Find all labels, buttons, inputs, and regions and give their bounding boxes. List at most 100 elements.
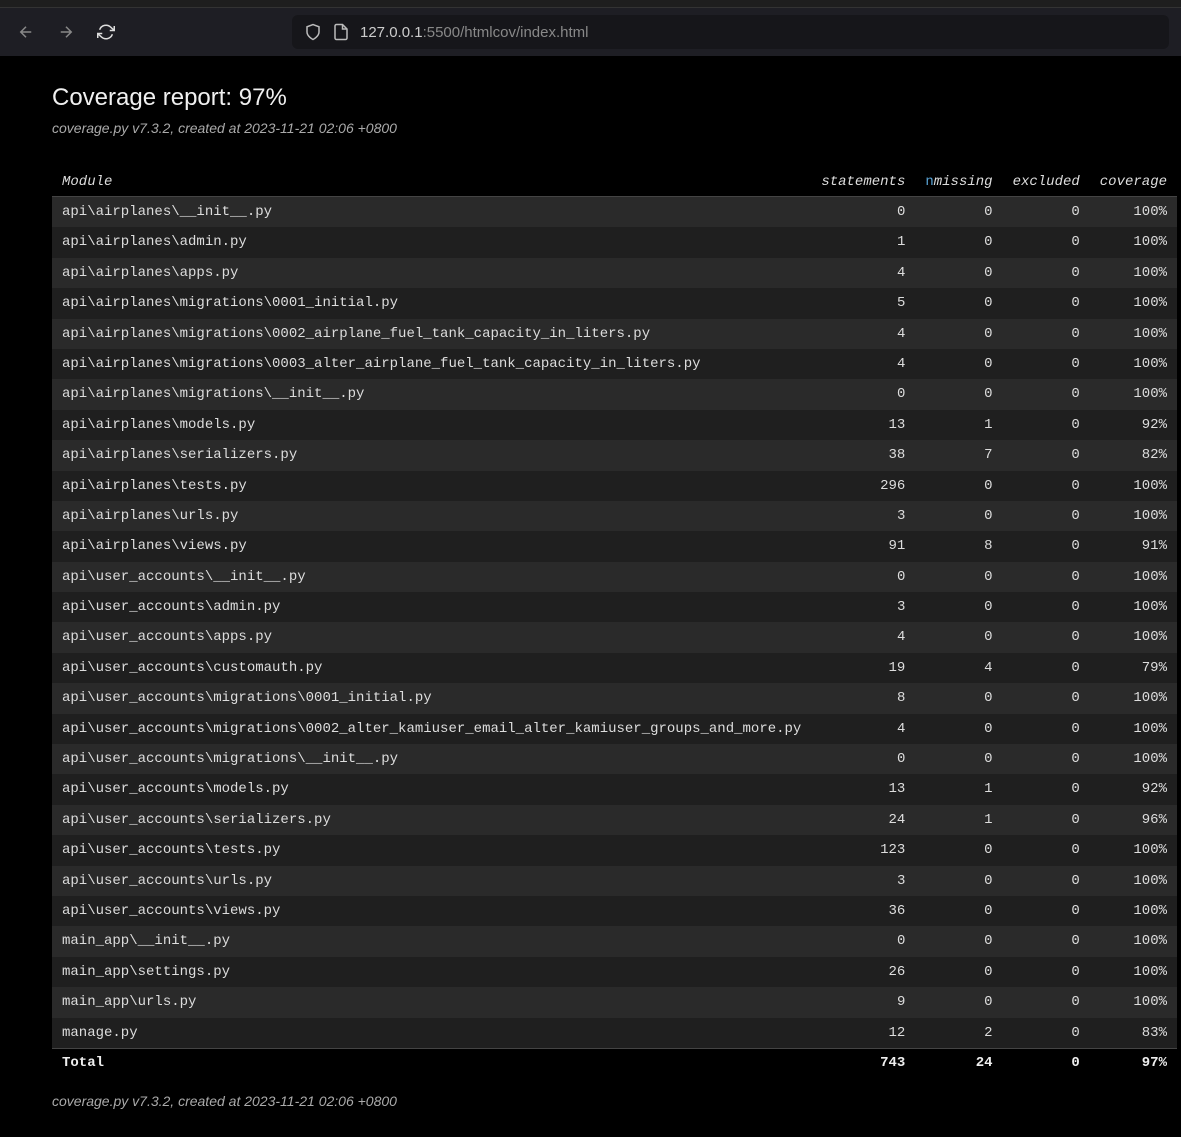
module-cell[interactable]: api\airplanes\migrations\0003_alter_airp… — [52, 349, 811, 379]
excluded-cell: 0 — [1003, 714, 1090, 744]
coverage-cell: 92% — [1090, 774, 1177, 804]
missing-cell: 0 — [915, 957, 1002, 987]
statements-cell: 0 — [811, 744, 915, 774]
module-cell[interactable]: api\user_accounts\views.py — [52, 896, 811, 926]
missing-cell: 0 — [915, 288, 1002, 318]
missing-cell: 8 — [915, 531, 1002, 561]
coverage-cell: 100% — [1090, 835, 1177, 865]
table-row: manage.py122083% — [52, 1018, 1177, 1049]
statements-cell: 123 — [811, 835, 915, 865]
page-footer-subtitle: coverage.py v7.3.2, created at 2023-11-2… — [52, 1093, 1129, 1109]
module-cell[interactable]: api\airplanes\serializers.py — [52, 440, 811, 470]
module-cell[interactable]: main_app\urls.py — [52, 987, 811, 1017]
missing-cell: 0 — [915, 379, 1002, 409]
total-coverage: 97% — [1090, 1048, 1177, 1077]
col-statements[interactable]: statements — [811, 168, 915, 197]
missing-cell: 0 — [915, 471, 1002, 501]
back-button[interactable] — [12, 18, 40, 46]
module-cell[interactable]: api\user_accounts\migrations\0002_alter_… — [52, 714, 811, 744]
table-row: main_app\settings.py2600100% — [52, 957, 1177, 987]
table-row: api\airplanes\urls.py300100% — [52, 501, 1177, 531]
statements-cell: 3 — [811, 501, 915, 531]
module-cell[interactable]: api\user_accounts\serializers.py — [52, 805, 811, 835]
module-cell[interactable]: api\user_accounts\migrations\__init__.py — [52, 744, 811, 774]
missing-cell: 0 — [915, 835, 1002, 865]
statements-cell: 0 — [811, 562, 915, 592]
statements-cell: 1 — [811, 227, 915, 257]
missing-cell: 4 — [915, 653, 1002, 683]
table-row: api\airplanes\views.py918091% — [52, 531, 1177, 561]
shield-icon — [304, 23, 322, 41]
module-cell[interactable]: api\airplanes\tests.py — [52, 471, 811, 501]
statements-cell: 19 — [811, 653, 915, 683]
missing-cell: 0 — [915, 592, 1002, 622]
module-cell[interactable]: api\user_accounts\__init__.py — [52, 562, 811, 592]
module-cell[interactable]: api\user_accounts\tests.py — [52, 835, 811, 865]
statements-cell: 0 — [811, 197, 915, 228]
module-cell[interactable]: api\airplanes\migrations\__init__.py — [52, 379, 811, 409]
statements-cell: 4 — [811, 714, 915, 744]
module-cell[interactable]: api\user_accounts\urls.py — [52, 866, 811, 896]
module-cell[interactable]: api\airplanes\migrations\0002_airplane_f… — [52, 319, 811, 349]
coverage-cell: 100% — [1090, 197, 1177, 228]
table-row: api\user_accounts\tests.py12300100% — [52, 835, 1177, 865]
total-missing: 24 — [915, 1048, 1002, 1077]
table-row: api\airplanes\migrations\0002_airplane_f… — [52, 319, 1177, 349]
excluded-cell: 0 — [1003, 197, 1090, 228]
missing-cell: 0 — [915, 501, 1002, 531]
table-row: api\user_accounts\migrations\0001_initia… — [52, 683, 1177, 713]
col-coverage[interactable]: coverage — [1090, 168, 1177, 197]
excluded-cell: 0 — [1003, 562, 1090, 592]
module-cell[interactable]: api\airplanes\models.py — [52, 410, 811, 440]
missing-cell: 0 — [915, 258, 1002, 288]
module-cell[interactable]: manage.py — [52, 1018, 811, 1049]
col-missing[interactable]: nmissing — [915, 168, 1002, 197]
excluded-cell: 0 — [1003, 805, 1090, 835]
missing-cell: 0 — [915, 896, 1002, 926]
missing-cell: 0 — [915, 987, 1002, 1017]
module-cell[interactable]: api\airplanes\__init__.py — [52, 197, 811, 228]
col-excluded[interactable]: excluded — [1003, 168, 1090, 197]
statements-cell: 38 — [811, 440, 915, 470]
coverage-cell: 100% — [1090, 957, 1177, 987]
reload-icon — [97, 23, 115, 41]
statements-cell: 12 — [811, 1018, 915, 1049]
coverage-cell: 79% — [1090, 653, 1177, 683]
missing-cell: 0 — [915, 622, 1002, 652]
module-cell[interactable]: api\airplanes\urls.py — [52, 501, 811, 531]
page-content: Coverage report: 97% coverage.py v7.3.2,… — [0, 56, 1181, 1137]
missing-cell: 0 — [915, 866, 1002, 896]
statements-cell: 4 — [811, 258, 915, 288]
excluded-cell: 0 — [1003, 957, 1090, 987]
excluded-cell: 0 — [1003, 683, 1090, 713]
module-cell[interactable]: api\user_accounts\migrations\0001_initia… — [52, 683, 811, 713]
module-cell[interactable]: main_app\settings.py — [52, 957, 811, 987]
module-cell[interactable]: api\user_accounts\customauth.py — [52, 653, 811, 683]
coverage-cell: 100% — [1090, 683, 1177, 713]
coverage-cell: 100% — [1090, 866, 1177, 896]
table-row: api\user_accounts\serializers.py241096% — [52, 805, 1177, 835]
module-cell[interactable]: api\airplanes\apps.py — [52, 258, 811, 288]
module-cell[interactable]: api\user_accounts\apps.py — [52, 622, 811, 652]
reload-button[interactable] — [92, 18, 120, 46]
excluded-cell: 0 — [1003, 866, 1090, 896]
forward-button[interactable] — [52, 18, 80, 46]
module-cell[interactable]: api\airplanes\migrations\0001_initial.py — [52, 288, 811, 318]
excluded-cell: 0 — [1003, 319, 1090, 349]
module-cell[interactable]: main_app\__init__.py — [52, 926, 811, 956]
total-statements: 743 — [811, 1048, 915, 1077]
missing-cell: 0 — [915, 744, 1002, 774]
module-cell[interactable]: api\user_accounts\models.py — [52, 774, 811, 804]
url-bar[interactable]: 127.0.0.1:5500/htmlcov/index.html — [292, 15, 1169, 49]
table-row: api\airplanes\apps.py400100% — [52, 258, 1177, 288]
table-row: api\user_accounts\views.py3600100% — [52, 896, 1177, 926]
module-cell[interactable]: api\airplanes\views.py — [52, 531, 811, 561]
missing-cell: 0 — [915, 926, 1002, 956]
module-cell[interactable]: api\airplanes\admin.py — [52, 227, 811, 257]
table-row: api\user_accounts\models.py131092% — [52, 774, 1177, 804]
table-header-row: Module statements nmissing excluded cove… — [52, 168, 1177, 197]
table-row: api\airplanes\tests.py29600100% — [52, 471, 1177, 501]
col-module[interactable]: Module — [52, 168, 811, 197]
statements-cell: 13 — [811, 774, 915, 804]
module-cell[interactable]: api\user_accounts\admin.py — [52, 592, 811, 622]
